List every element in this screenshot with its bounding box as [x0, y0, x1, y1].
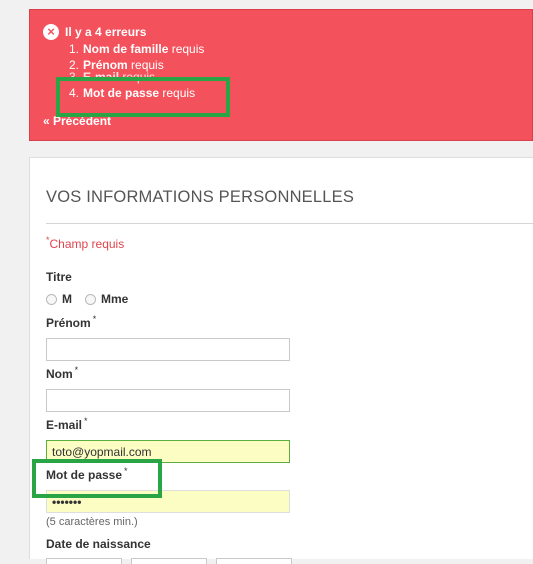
- required-note: *Champ requis: [46, 235, 125, 251]
- nom-label: Nom *: [46, 365, 79, 381]
- annotation-highlight-error: [56, 77, 230, 117]
- divider: [46, 223, 533, 224]
- close-circle-icon: ×: [43, 24, 59, 40]
- password-hint: (5 caractères min.): [46, 516, 138, 528]
- prenom-label: Prénom *: [46, 314, 97, 330]
- error-count-text: Il y a 4 erreurs: [65, 25, 147, 39]
- error-header: × Il y a 4 erreurs: [43, 24, 146, 40]
- radio-option-m[interactable]: M: [46, 292, 72, 306]
- radio-button[interactable]: [46, 293, 57, 305]
- radio-option-mme[interactable]: Mme: [85, 292, 128, 306]
- panel-title: VOS INFORMATIONS PERSONNELLES: [46, 188, 355, 206]
- annotation-highlight-password-label: [32, 459, 162, 498]
- prenom-field[interactable]: [46, 338, 290, 361]
- error-alert: × Il y a 4 erreurs 1. Nom de famille requ…: [29, 9, 533, 141]
- radio-button[interactable]: [85, 293, 96, 305]
- title-radio-group: M Mme: [46, 292, 141, 306]
- title-label: Titre: [46, 270, 72, 284]
- nom-field[interactable]: [46, 389, 290, 412]
- personal-info-panel: VOS INFORMATIONS PERSONNELLES *Champ req…: [29, 157, 533, 564]
- dob-label: Date de naissance: [46, 537, 151, 551]
- error-item: 1. Nom de famille requis: [69, 42, 205, 56]
- email-label: E-mail *: [46, 416, 88, 432]
